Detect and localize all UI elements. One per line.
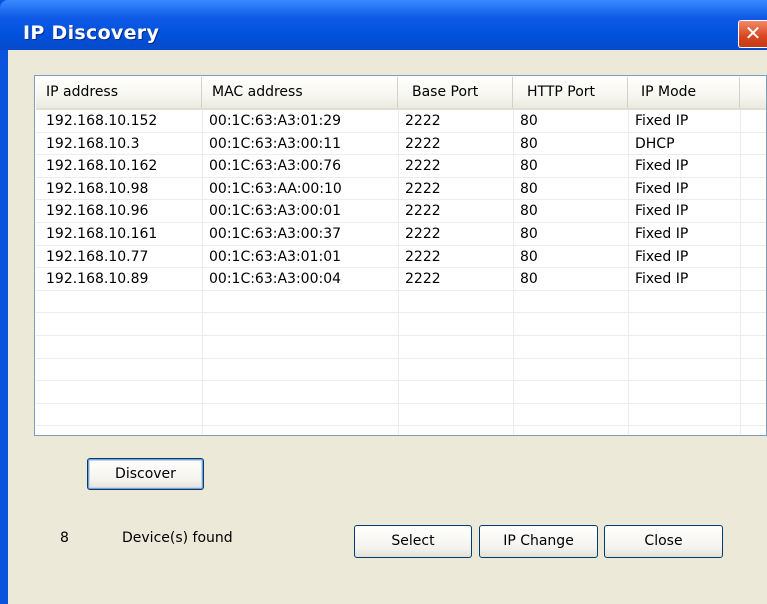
- cell-base-port: 2222: [405, 271, 441, 288]
- column-header-ip-address[interactable]: IP address: [36, 77, 202, 108]
- cell-http-port: 80: [520, 113, 538, 129]
- cell-ip-address: 192.168.10.3: [46, 135, 140, 152]
- column-header-mac-address[interactable]: MAC address: [202, 77, 398, 108]
- empty-row: [36, 381, 766, 404]
- cell-ip-mode: Fixed IP: [635, 271, 689, 288]
- close-button[interactable]: Close: [604, 525, 723, 558]
- empty-row: [36, 359, 766, 382]
- table-row[interactable]: 192.168.10.152 00:1C:63:A3:01:29 2222 80…: [36, 110, 766, 133]
- title-bar[interactable]: IP Discovery ✕: [0, 0, 767, 50]
- table-row[interactable]: 192.168.10.98 00:1C:63:AA:00:10 2222 80 …: [36, 178, 766, 201]
- cell-http-port: 80: [520, 248, 538, 265]
- cell-ip-address: 192.168.10.89: [46, 271, 149, 288]
- table-row[interactable]: 192.168.10.89 00:1C:63:A3:00:04 2222 80 …: [36, 268, 766, 291]
- cell-mac-address: 00:1C:63:A3:00:04: [209, 271, 342, 288]
- column-header-http-port[interactable]: HTTP Port: [513, 77, 628, 108]
- ip-change-button[interactable]: IP Change: [479, 525, 598, 558]
- cell-mac-address: 00:1C:63:AA:00:10: [209, 180, 342, 197]
- empty-row: [36, 336, 766, 359]
- cell-ip-address: 192.168.10.96: [46, 203, 149, 220]
- cell-base-port: 2222: [405, 180, 441, 197]
- table-row[interactable]: 192.168.10.96 00:1C:63:A3:00:01 2222 80 …: [36, 200, 766, 223]
- cell-http-port: 80: [520, 135, 538, 152]
- table-row[interactable]: 192.168.10.162 00:1C:63:A3:00:76 2222 80…: [36, 155, 766, 178]
- empty-row: [36, 426, 766, 435]
- cell-base-port: 2222: [405, 135, 441, 152]
- table-row[interactable]: 192.168.10.3 00:1C:63:A3:00:11 2222 80 D…: [36, 133, 766, 156]
- select-button[interactable]: Select: [354, 525, 472, 558]
- cell-mac-address: 00:1C:63:A3:01:29: [209, 113, 342, 129]
- cell-mac-address: 00:1C:63:A3:00:76: [209, 158, 342, 175]
- cell-http-port: 80: [520, 180, 538, 197]
- discover-button[interactable]: Discover: [87, 458, 204, 490]
- cell-base-port: 2222: [405, 113, 441, 129]
- list-rows: 192.168.10.152 00:1C:63:A3:01:29 2222 80…: [36, 110, 766, 435]
- cell-ip-address: 192.168.10.77: [46, 248, 149, 265]
- devices-found-label: Device(s) found: [122, 530, 233, 546]
- cell-mac-address: 00:1C:63:A3:00:01: [209, 203, 342, 220]
- table-row[interactable]: 192.168.10.77 00:1C:63:A3:01:01 2222 80 …: [36, 246, 766, 269]
- table-row[interactable]: 192.168.10.161 00:1C:63:A3:00:37 2222 80…: [36, 223, 766, 246]
- cell-ip-mode: DHCP: [635, 135, 675, 152]
- cell-ip-mode: Fixed IP: [635, 180, 689, 197]
- cell-http-port: 80: [520, 271, 538, 288]
- cell-ip-mode: Fixed IP: [635, 248, 689, 265]
- cell-ip-mode: Fixed IP: [635, 113, 689, 129]
- cell-mac-address: 00:1C:63:A3:00:11: [209, 135, 342, 152]
- cell-http-port: 80: [520, 158, 538, 175]
- empty-row: [36, 291, 766, 314]
- cell-ip-mode: Fixed IP: [635, 225, 689, 242]
- cell-ip-mode: Fixed IP: [635, 203, 689, 220]
- ip-discovery-window: IP Discovery ✕ IP address MAC address Ba…: [0, 0, 767, 604]
- cell-base-port: 2222: [405, 203, 441, 220]
- window-close-icon[interactable]: ✕: [738, 20, 767, 48]
- cell-ip-address: 192.168.10.162: [46, 158, 158, 175]
- cell-ip-address: 192.168.10.98: [46, 180, 149, 197]
- dialog-client-area: IP address MAC address Base Port HTTP Po…: [8, 50, 767, 604]
- cell-ip-mode: Fixed IP: [635, 158, 689, 175]
- column-header-base-port[interactable]: Base Port: [398, 77, 513, 108]
- cell-http-port: 80: [520, 225, 538, 242]
- empty-row: [36, 313, 766, 336]
- cell-mac-address: 00:1C:63:A3:00:37: [209, 225, 342, 242]
- window-title: IP Discovery: [23, 22, 160, 44]
- empty-row: [36, 404, 766, 427]
- list-header: IP address MAC address Base Port HTTP Po…: [36, 77, 766, 110]
- cell-base-port: 2222: [405, 158, 441, 175]
- cell-mac-address: 00:1C:63:A3:01:01: [209, 248, 342, 265]
- device-count: 8: [60, 530, 69, 546]
- cell-ip-address: 192.168.10.152: [46, 113, 158, 129]
- cell-base-port: 2222: [405, 225, 441, 242]
- cell-http-port: 80: [520, 203, 538, 220]
- cell-ip-address: 192.168.10.161: [46, 225, 158, 242]
- column-header-ip-mode[interactable]: IP Mode: [628, 77, 740, 108]
- device-list[interactable]: IP address MAC address Base Port HTTP Po…: [34, 75, 767, 436]
- cell-base-port: 2222: [405, 248, 441, 265]
